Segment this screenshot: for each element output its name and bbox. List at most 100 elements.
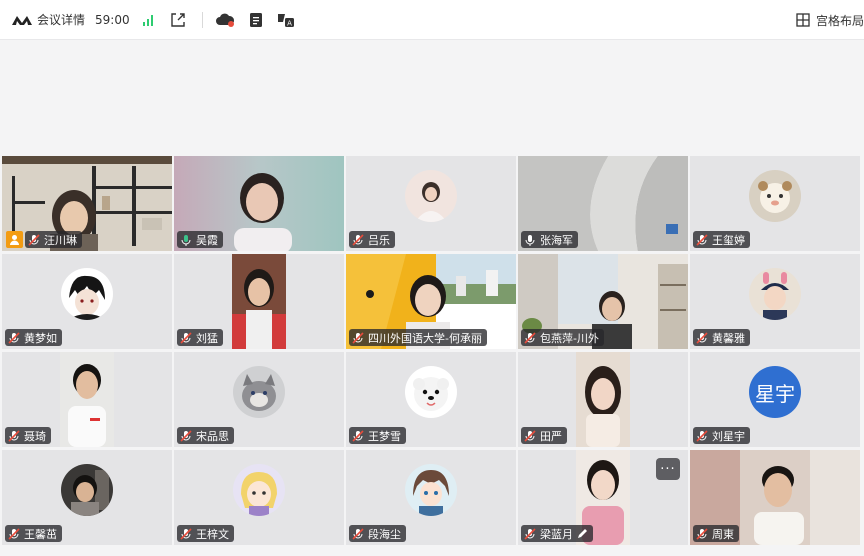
participant-name: 张海军 (540, 233, 573, 247)
mic-muted-icon (180, 331, 192, 344)
participant-nametag: 田严 (521, 427, 567, 444)
participant-name: 段海尘 (368, 527, 401, 541)
mic-muted-icon (8, 429, 20, 442)
toolbar-divider (201, 11, 203, 28)
mic-muted-icon (28, 233, 40, 246)
participant-nametag: 吴霞 (177, 231, 223, 248)
participant-nametag: 汪川琳 (25, 231, 82, 248)
mic-muted-icon (8, 527, 20, 540)
translate-icon[interactable]: A (277, 12, 295, 28)
participant-tile-9[interactable]: 包燕萍-川外 (518, 254, 688, 349)
participant-name: 王玺婷 (712, 233, 745, 247)
host-icon (6, 231, 23, 248)
participant-avatar: 星宇 (749, 366, 801, 418)
mic-muted-icon (352, 527, 364, 540)
participant-tile-15[interactable]: 星宇 刘星宇 (690, 352, 860, 447)
mic-muted-icon (180, 429, 192, 442)
participant-name: 汪川琳 (44, 233, 77, 247)
participant-tile-20[interactable]: 周東 (690, 450, 860, 545)
participant-tile-2[interactable]: 吴霞 (174, 156, 344, 251)
mic-muted-icon (8, 331, 20, 344)
participant-avatar (749, 268, 801, 320)
meeting-timer: 59:00 (95, 12, 130, 27)
more-options-button[interactable]: ··· (656, 458, 680, 480)
participant-name: 四川外国语大学-何承丽 (368, 331, 482, 345)
participant-name: 王梦雪 (368, 429, 401, 443)
signal-icon[interactable] (142, 14, 156, 26)
participant-name: 吴霞 (196, 233, 218, 247)
participant-tile-17[interactable]: 王梓文 (174, 450, 344, 545)
participant-name: 包燕萍-川外 (540, 331, 599, 345)
participant-avatar (749, 170, 801, 222)
participant-name: 聂琦 (24, 429, 46, 443)
mic-active-icon (181, 234, 191, 246)
participant-avatar (233, 464, 285, 516)
mic-muted-icon (696, 233, 708, 246)
cloud-record-icon[interactable] (215, 13, 235, 27)
participant-name: 刘猛 (196, 331, 218, 345)
participant-video (232, 254, 286, 349)
meeting-info-button[interactable]: 会议详情 (12, 11, 85, 28)
mic-muted-icon (524, 429, 536, 442)
mic-muted-icon (352, 429, 364, 442)
participant-nametag: 王梓文 (177, 525, 234, 542)
participant-nametag: 宋品思 (177, 427, 234, 444)
participant-tile-4[interactable]: 张海军 (518, 156, 688, 251)
grid-layout-label: 宫格布局 (815, 13, 864, 28)
mic-muted-icon (524, 527, 536, 540)
meeting-logo-icon (12, 15, 32, 25)
participant-nametag: 吕乐 (349, 231, 395, 248)
participant-nametag: 段海尘 (349, 525, 406, 542)
mic-muted-icon (696, 429, 708, 442)
mic-muted-icon (696, 527, 708, 540)
participant-nametag: 四川外国语大学-何承丽 (349, 329, 487, 346)
meeting-info-label: 会议详情 (37, 13, 86, 27)
participant-avatar (405, 464, 457, 516)
participant-name: 黄梦如 (24, 331, 57, 345)
participant-name: 周東 (712, 527, 734, 541)
participant-tile-12[interactable]: 宋品思 (174, 352, 344, 447)
participant-nametag: 王馨茁 (5, 525, 62, 542)
participant-tile-19[interactable]: 梁蓝月 ··· (518, 450, 688, 545)
participant-name: 刘星宇 (712, 429, 745, 443)
participant-name: 王梓文 (196, 527, 229, 541)
participant-avatar (405, 170, 457, 222)
mic-muted-icon (352, 331, 364, 344)
participant-nametag: 聂琦 (5, 427, 51, 444)
participant-name: 王馨茁 (24, 527, 57, 541)
participant-tile-18[interactable]: 段海尘 (346, 450, 516, 545)
svg-text:A: A (287, 19, 292, 27)
participant-nametag: 黄梦如 (5, 329, 62, 346)
mic-muted-icon (696, 331, 708, 344)
participant-nametag: 刘猛 (177, 329, 223, 346)
participant-tile-16[interactable]: 王馨茁 (2, 450, 172, 545)
participant-video (576, 352, 630, 447)
participant-tile-7[interactable]: 刘猛 (174, 254, 344, 349)
participant-nametag: 黄馨雅 (693, 329, 750, 346)
participant-avatar (233, 366, 285, 418)
participant-nametag: 包燕萍-川外 (521, 329, 604, 346)
participant-avatar (61, 268, 113, 320)
top-toolbar: 会议详情 59:00 A 宫格布局 (0, 0, 864, 40)
participant-video (60, 352, 114, 447)
participant-nametag: 梁蓝月 (521, 525, 593, 542)
participant-nametag: 刘星宇 (693, 427, 750, 444)
participant-tile-8[interactable]: 四川外国语大学-何承丽 (346, 254, 516, 349)
participant-tile-5[interactable]: 王玺婷 (690, 156, 860, 251)
mic-muted-icon (524, 331, 536, 344)
mic-muted-icon (352, 233, 364, 246)
participant-tile-1[interactable]: 汪川琳 (2, 156, 172, 251)
participant-tile-3[interactable]: 吕乐 (346, 156, 516, 251)
participant-nametag: 张海军 (521, 231, 578, 248)
participant-avatar (61, 464, 113, 516)
share-link-icon[interactable] (170, 12, 186, 28)
participant-name: 黄馨雅 (712, 331, 745, 345)
participant-tile-14[interactable]: 田严 (518, 352, 688, 447)
participant-nametag: 周東 (693, 525, 739, 542)
participant-tile-13[interactable]: 王梦雪 (346, 352, 516, 447)
document-icon[interactable] (249, 12, 263, 28)
participant-tile-11[interactable]: 聂琦 (2, 352, 172, 447)
participant-tile-10[interactable]: 黄馨雅 (690, 254, 860, 349)
participant-tile-6[interactable]: 黄梦如 (2, 254, 172, 349)
grid-layout-button[interactable]: 宫格布局 (796, 0, 864, 40)
